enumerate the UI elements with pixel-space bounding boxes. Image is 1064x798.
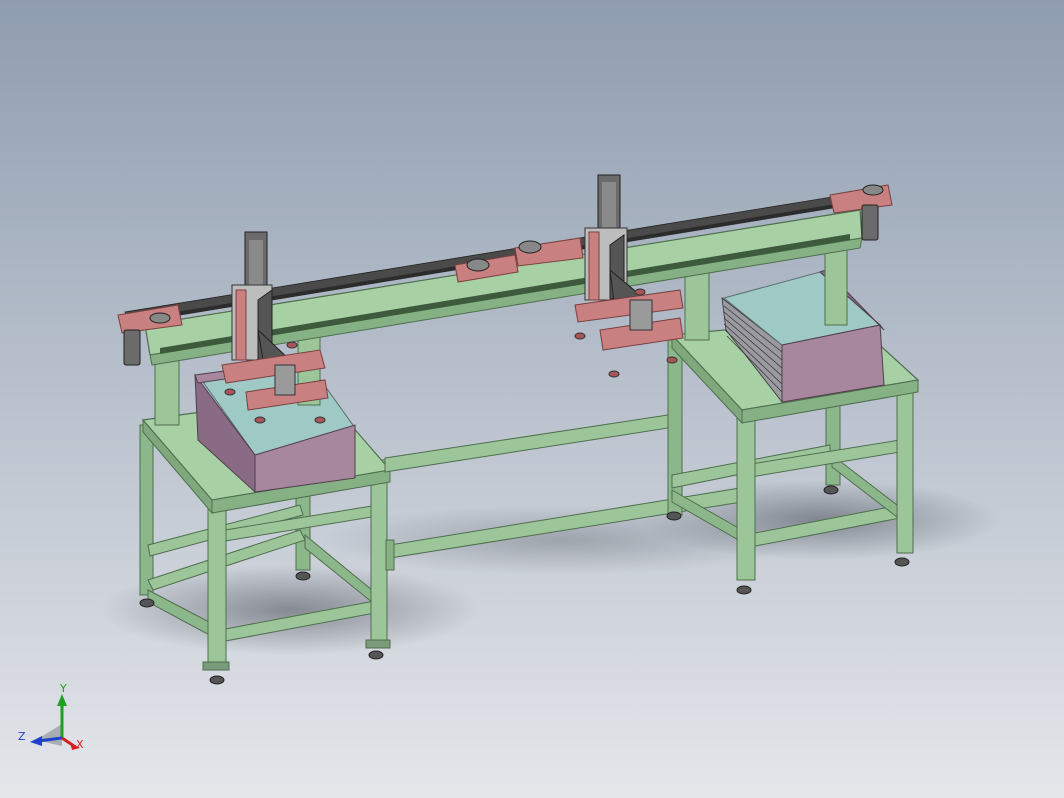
z-axis-arrow [30,736,42,746]
y-axis-label: Y [60,682,67,695]
y-axis-arrow [57,694,67,706]
x-axis-label: X [76,738,84,751]
gantry-assembly-model[interactable] [0,0,1064,798]
graphics-viewport[interactable]: Y Z X [0,0,1064,798]
z-axis-label: Z [18,730,26,743]
coordinate-triad-icon[interactable]: Y Z X [14,680,94,760]
